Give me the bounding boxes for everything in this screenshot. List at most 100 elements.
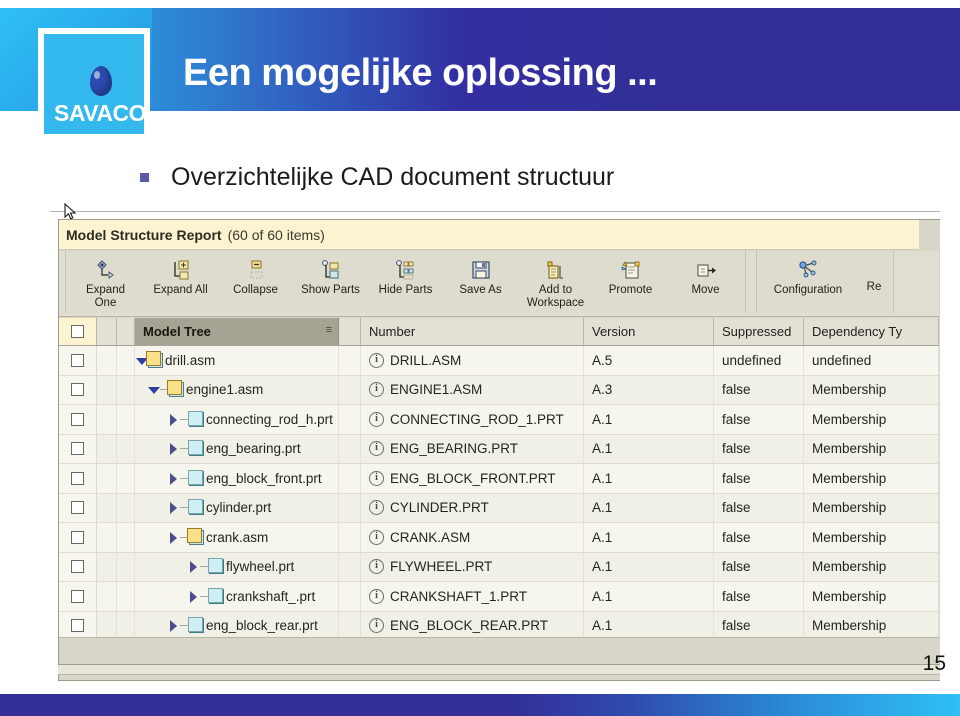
- table-row[interactable]: connecting_rod_h.prt i CONNECTING_ROD_1.PR…: [59, 405, 939, 435]
- number-cell[interactable]: i FLYWHEEL.PRT: [361, 552, 584, 581]
- table-row[interactable]: flywheel.prt i FLYWHEEL.PRT A.1 false Members…: [59, 552, 939, 582]
- dependency-type-cell: Membership: [804, 405, 939, 434]
- expand-twisty-icon[interactable]: [167, 531, 180, 544]
- expand-one-button[interactable]: Expand One: [68, 255, 143, 310]
- collapse-icon: [245, 259, 267, 281]
- info-icon[interactable]: i: [369, 559, 384, 575]
- model-tree-cell[interactable]: flywheel.prt: [135, 552, 339, 581]
- row-spacer-3: [339, 611, 361, 638]
- column-header-number[interactable]: Number: [361, 318, 584, 345]
- select-all-header[interactable]: [59, 318, 97, 345]
- number-cell[interactable]: i CONNECTING_ROD_1.PRT: [361, 405, 584, 434]
- model-tree-cell[interactable]: cylinder.prt: [135, 493, 339, 522]
- model-tree-cell[interactable]: drill.asm: [135, 346, 339, 375]
- row-select-cell[interactable]: [59, 464, 97, 493]
- table-row[interactable]: eng_block_rear.prt i ENG_BLOCK_REAR.PRT A.1…: [59, 611, 939, 638]
- row-select-cell[interactable]: [59, 523, 97, 552]
- show-parts-button[interactable]: Show Parts: [293, 255, 368, 297]
- collapse-twisty-icon[interactable]: [147, 383, 160, 396]
- number-cell[interactable]: i ENGINE1.ASM: [361, 375, 584, 404]
- column-header-model-tree[interactable]: Model Tree ≡: [135, 318, 339, 345]
- row-checkbox[interactable]: [71, 589, 84, 603]
- info-icon[interactable]: i: [369, 382, 384, 398]
- suppressed-cell: false: [714, 434, 804, 463]
- expand-twisty-icon[interactable]: [187, 560, 200, 574]
- row-select-cell[interactable]: [59, 493, 97, 522]
- number-cell[interactable]: i DRILL.ASM: [361, 346, 584, 375]
- row-checkbox[interactable]: [71, 383, 84, 397]
- select-all-checkbox[interactable]: [71, 325, 84, 338]
- row-spacer-1: [97, 523, 117, 552]
- row-checkbox[interactable]: [71, 412, 84, 426]
- hide-parts-button[interactable]: Hide Parts: [368, 255, 443, 297]
- info-icon[interactable]: i: [369, 411, 384, 427]
- suppressed-cell: false: [714, 375, 804, 404]
- row-select-cell[interactable]: [59, 375, 97, 404]
- row-select-cell[interactable]: [59, 405, 97, 434]
- move-button[interactable]: Move: [668, 255, 743, 297]
- table-row[interactable]: engine1.asm i ENGINE1.ASM A.3 false Membershi…: [59, 375, 939, 405]
- row-select-cell[interactable]: [59, 434, 97, 463]
- promote-button[interactable]: Promote: [593, 255, 668, 297]
- row-spacer-1: [97, 346, 117, 375]
- info-icon[interactable]: i: [369, 618, 384, 634]
- save-as-button[interactable]: Save As: [443, 255, 518, 297]
- number-cell[interactable]: i ENG_BLOCK_REAR.PRT: [361, 611, 584, 638]
- info-icon[interactable]: i: [369, 588, 384, 604]
- row-checkbox[interactable]: [71, 530, 84, 544]
- report-button[interactable]: Re: [857, 255, 891, 294]
- number-cell[interactable]: i ENG_BLOCK_FRONT.PRT: [361, 464, 584, 493]
- expand-twisty-icon[interactable]: [167, 619, 180, 633]
- move-label: Move: [691, 284, 720, 296]
- column-header-dependency-type[interactable]: Dependency Ty: [804, 318, 939, 345]
- row-checkbox[interactable]: [71, 442, 84, 456]
- add-to-workspace-button[interactable]: Add to Workspace: [518, 255, 593, 310]
- model-tree-cell[interactable]: connecting_rod_h.prt: [135, 405, 339, 434]
- table-row[interactable]: crankshaft_.prt i CRANKSHAFT_1.PRT A.1 false…: [59, 582, 939, 612]
- expand-twisty-icon[interactable]: [167, 413, 180, 426]
- row-select-cell[interactable]: [59, 346, 97, 375]
- suppressed-cell: undefined: [714, 346, 804, 375]
- expand-twisty-icon[interactable]: [167, 442, 180, 456]
- model-tree-cell[interactable]: eng_bearing.prt: [135, 434, 339, 463]
- info-icon[interactable]: i: [369, 441, 384, 457]
- table-row[interactable]: eng_bearing.prt i ENG_BEARING.PRT A.1 false M…: [59, 434, 939, 464]
- row-select-cell[interactable]: [59, 611, 97, 638]
- expand-all-button[interactable]: Expand All: [143, 255, 218, 297]
- model-tree-cell[interactable]: crank.asm: [135, 523, 339, 552]
- row-spacer-3: [339, 523, 361, 552]
- number-cell[interactable]: i CYLINDER.PRT: [361, 493, 584, 522]
- number-cell[interactable]: i CRANK.ASM: [361, 523, 584, 552]
- row-select-cell[interactable]: [59, 552, 97, 581]
- row-checkbox[interactable]: [71, 471, 84, 485]
- number-cell[interactable]: i CRANKSHAFT_1.PRT: [361, 582, 584, 611]
- model-tree-cell[interactable]: eng_block_front.prt: [135, 464, 339, 493]
- info-icon[interactable]: i: [369, 529, 384, 545]
- row-checkbox[interactable]: [71, 560, 84, 574]
- table-row[interactable]: drill.asm i DRILL.ASM A.5 undefined undefined: [59, 346, 939, 376]
- info-icon[interactable]: i: [369, 500, 384, 516]
- model-tree-cell[interactable]: crankshaft_.prt: [135, 582, 339, 611]
- row-spacer-1: [97, 493, 117, 522]
- expand-twisty-icon[interactable]: [167, 501, 180, 515]
- row-select-cell[interactable]: [59, 582, 97, 611]
- expand-twisty-icon[interactable]: [167, 472, 180, 485]
- configuration-button[interactable]: Configuration: [759, 255, 857, 297]
- column-header-version[interactable]: Version: [584, 318, 714, 345]
- row-checkbox[interactable]: [71, 619, 84, 633]
- model-structure-table: Model Tree ≡ Number Version Suppressed D…: [59, 318, 939, 638]
- table-row[interactable]: crank.asm i CRANK.ASM A.1 false Membership: [59, 523, 939, 553]
- expand-twisty-icon[interactable]: [187, 590, 200, 603]
- number-cell[interactable]: i ENG_BEARING.PRT: [361, 434, 584, 463]
- model-tree-cell[interactable]: eng_block_rear.prt: [135, 611, 339, 638]
- header-spacer-2: [117, 318, 135, 345]
- column-header-suppressed[interactable]: Suppressed: [714, 318, 804, 345]
- table-row[interactable]: cylinder.prt i CYLINDER.PRT A.1 false Members…: [59, 493, 939, 523]
- info-icon[interactable]: i: [369, 352, 384, 368]
- collapse-button[interactable]: Collapse: [218, 255, 293, 297]
- row-checkbox[interactable]: [71, 501, 84, 515]
- model-tree-cell[interactable]: engine1.asm: [135, 375, 339, 404]
- table-row[interactable]: eng_block_front.prt i ENG_BLOCK_FRONT.PRT A…: [59, 464, 939, 494]
- row-checkbox[interactable]: [71, 353, 84, 367]
- info-icon[interactable]: i: [369, 470, 384, 486]
